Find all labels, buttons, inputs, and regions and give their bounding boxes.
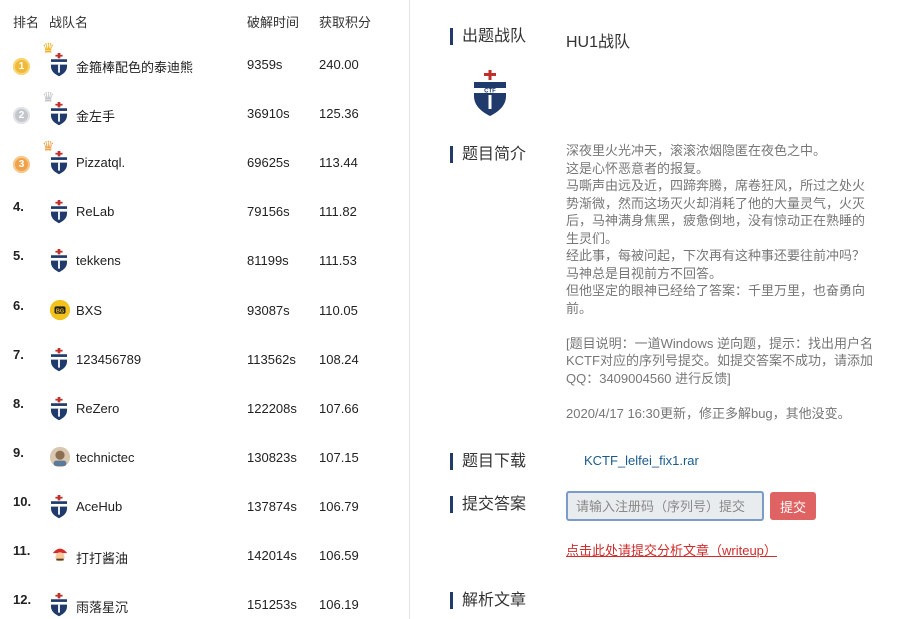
rank-number: 7. xyxy=(13,346,24,362)
team-name[interactable]: 雨落星沉 xyxy=(76,597,128,616)
score-header: 获取积分 xyxy=(319,15,372,30)
team-score: 106.59 xyxy=(319,548,359,563)
ctf-shield-icon xyxy=(49,53,71,77)
answer-label: 提交答案 xyxy=(450,496,526,513)
ctf-shield-icon xyxy=(49,102,71,126)
rank-header: 排名 xyxy=(13,15,40,30)
mario-avatar-icon xyxy=(49,544,71,566)
team-score: 107.15 xyxy=(319,449,359,465)
rank-number: 10. xyxy=(13,493,32,509)
intro-line: 这是心怀恶意者的报复。 xyxy=(566,160,710,176)
team-score: 106.19 xyxy=(319,597,359,613)
ranking-row[interactable]: 8. ReZero 122208s 107.66 xyxy=(0,392,410,432)
team-name[interactable]: ReZero xyxy=(76,401,119,416)
intro-line: 深夜里火光冲天，滚滚浓烟隐匿在夜色之中。 xyxy=(566,143,827,158)
solve-time: 151253s xyxy=(247,597,297,613)
ctf-shield-icon xyxy=(49,249,71,273)
ranking-panel: 排名 战队名 破解时间 获取积分 1 ♛ 金箍棒配色的泰迪熊 9359s 240.00 2… xyxy=(0,0,410,619)
svg-text:CTF: CTF xyxy=(484,89,496,95)
ctf-shield-icon xyxy=(49,151,71,175)
ranking-row[interactable]: 11. 打打酱油 142014s 106.59 xyxy=(0,539,410,579)
ranking-row[interactable]: 3 ♛ Pizzatql. 69625s 113.44 xyxy=(0,138,410,186)
rank-number: 5. xyxy=(13,248,24,264)
solve-time: 69625s xyxy=(247,155,290,171)
svg-text:BG: BG xyxy=(56,308,64,314)
time-header: 破解时间 xyxy=(247,15,300,30)
ranking-row[interactable]: 2 ♛ 金左手 36910s 125.36 xyxy=(0,89,410,137)
submit-button[interactable]: 提交 xyxy=(770,492,816,520)
ctf-logo-icon: CTF xyxy=(474,70,506,116)
team-header: 战队名 xyxy=(49,15,89,30)
ranking-row[interactable]: 5. tekkens 81199s 111.53 xyxy=(0,244,410,284)
ranking-row[interactable]: 12. 雨落星沉 151253s 106.19 xyxy=(0,588,410,619)
team-name[interactable]: 金左手 xyxy=(76,106,115,125)
download-link[interactable]: KCTF_lelfei_fix1.rar xyxy=(584,453,699,468)
team-score: 108.24 xyxy=(319,351,359,367)
solve-time: 9359s xyxy=(247,57,283,72)
rank-number: 8. xyxy=(13,395,24,411)
answer-input[interactable] xyxy=(566,491,764,521)
team-score: 110.05 xyxy=(319,302,358,318)
photo-avatar-icon xyxy=(49,446,71,468)
solve-time: 113562s xyxy=(247,351,296,367)
solve-time: 122208s xyxy=(247,400,297,416)
intro-line: 经此事，每被问起，下次再有这种事还要往前冲吗？ xyxy=(566,248,866,263)
ctf-shield-icon xyxy=(49,347,71,371)
analysis-label: 解析文章 xyxy=(450,592,526,609)
rank-number: 11. xyxy=(13,543,31,558)
rank-number: 4. xyxy=(13,199,24,215)
ctf-shield-icon xyxy=(49,494,71,519)
team-name[interactable]: 打打酱油 xyxy=(76,548,128,567)
team-score: 107.66 xyxy=(319,400,359,416)
solve-time: 93087s xyxy=(247,302,290,318)
intro-label: 题目简介 xyxy=(450,146,526,163)
author-label: 出题战队 xyxy=(450,28,526,45)
ctf-shield-icon xyxy=(49,593,71,617)
team-name[interactable]: AceHub xyxy=(76,499,122,514)
ranking-row[interactable]: 4. ReLab 79156s 111.82 xyxy=(0,195,410,235)
writeup-link[interactable]: 点击此处请提交分析文章（writeup） xyxy=(566,540,777,559)
ranking-row[interactable]: 9. technictec 130823s 107.15 xyxy=(0,441,410,481)
bxs-logo-icon: BG xyxy=(49,299,71,321)
team-name[interactable]: technictec xyxy=(76,450,135,465)
solve-time: 137874s xyxy=(247,498,297,514)
team-score: 106.79 xyxy=(319,498,359,514)
intro-text: 深夜里火光冲天，滚滚浓烟隐匿在夜色之中。 这是心怀恶意者的报复。 马嘶声由远及近… xyxy=(566,142,876,422)
team-name[interactable]: tekkens xyxy=(76,253,121,268)
intro-line: 马神总是目视前方不回答。 xyxy=(566,265,723,281)
ctf-shield-icon xyxy=(49,200,71,224)
silver-medal-icon: 2 xyxy=(13,107,30,125)
solve-time: 36910s xyxy=(247,106,290,122)
ranking-row[interactable]: 7. 123456789 113562s 108.24 xyxy=(0,343,410,383)
intro-line: 马嘶声由远及近，四蹄奔腾，席卷狂风，所过之处火势渐微，然而这场灭火却消耗了他的大… xyxy=(566,178,866,246)
team-name[interactable]: 金箍棒配色的泰迪熊 xyxy=(76,57,193,76)
ranking-row[interactable]: 1 ♛ 金箍棒配色的泰迪熊 9359s 240.00 xyxy=(0,40,410,88)
intro-update: 2020/4/17 16:30更新，修正多解bug，其他没变。 xyxy=(566,405,851,421)
bronze-medal-icon: 3 xyxy=(13,156,30,174)
solve-time: 79156s xyxy=(247,204,290,220)
team-score: 125.36 xyxy=(319,106,359,122)
intro-line: 但他坚定的眼神已经给了答案：千里万里，也奋勇向前。 xyxy=(566,283,866,316)
ranking-row[interactable]: 10. AceHub 137874s 106.79 xyxy=(0,490,410,530)
team-score: 111.82 xyxy=(319,204,357,220)
rank-number: 9. xyxy=(13,444,24,460)
intro-note: [题目说明：一道Windows 逆向题，提示：找出用户名KCTF对应的序列号提交… xyxy=(566,335,873,386)
team-name[interactable]: 123456789 xyxy=(76,352,141,367)
team-name[interactable]: ReLab xyxy=(76,204,114,219)
team-score: 240.00 xyxy=(319,57,359,72)
solve-time: 81199s xyxy=(247,253,289,269)
team-name[interactable]: Pizzatql. xyxy=(76,155,125,170)
author-value: HU1战队 xyxy=(566,34,631,51)
download-label: 题目下载 xyxy=(450,453,526,470)
gold-medal-icon: 1 xyxy=(13,58,30,75)
ctf-shield-icon xyxy=(49,396,71,420)
rank-number: 6. xyxy=(13,297,24,313)
solve-time: 130823s xyxy=(247,449,297,465)
team-score: 113.44 xyxy=(319,155,358,171)
ranking-row[interactable]: 6. BG BXS 93087s 110.05 xyxy=(0,294,410,334)
team-score: 111.53 xyxy=(319,253,357,269)
rank-number: 12. xyxy=(13,592,32,608)
solve-time: 142014s xyxy=(247,548,297,563)
team-name[interactable]: BXS xyxy=(76,303,102,318)
